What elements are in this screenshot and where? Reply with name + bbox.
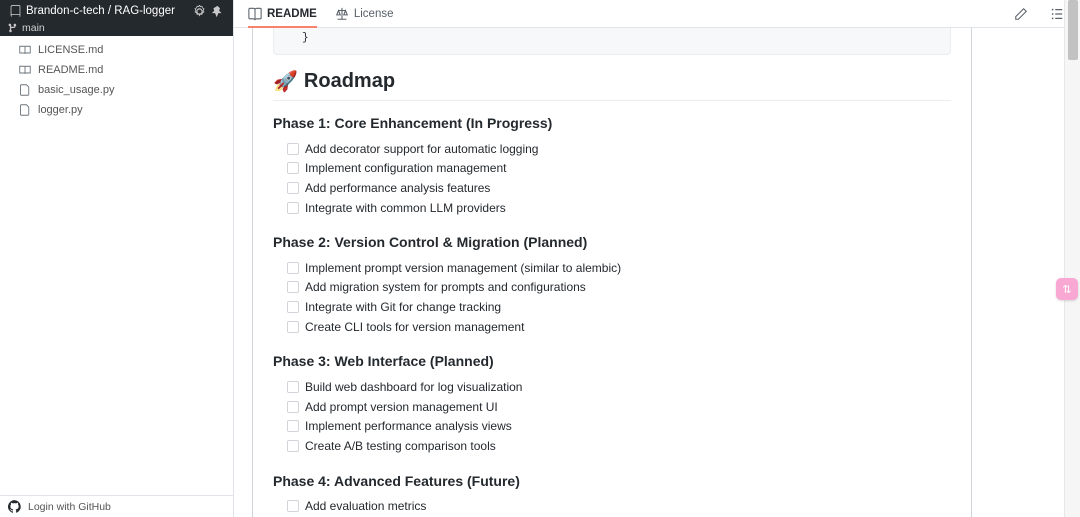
file-name: README.md: [38, 64, 103, 76]
repo-icon: [8, 4, 22, 18]
book-icon: [248, 7, 262, 21]
branch-name[interactable]: main: [22, 22, 45, 34]
phase-heading: Phase 2: Version Control & Migration (Pl…: [273, 234, 951, 250]
task-label: Implement prompt version management (sim…: [305, 260, 621, 277]
login-github-button[interactable]: Login with GitHub: [0, 495, 233, 517]
task-label: Implement configuration management: [305, 160, 506, 177]
task-item: Add performance analysis features: [273, 179, 951, 199]
task-label: Create A/B testing comparison tools: [305, 438, 496, 455]
checkbox-icon[interactable]: [287, 262, 299, 274]
task-label: Create CLI tools for version management: [305, 319, 524, 336]
task-item: Build web dashboard for log visualizatio…: [273, 377, 951, 397]
checkbox-icon[interactable]: [287, 420, 299, 432]
task-label: Add migration system for prompts and con…: [305, 279, 586, 296]
sidebar: Brandon-c-tech / RAG-logger main LICENSE…: [0, 0, 234, 517]
task-list: Add evaluation metricsImplement vector s…: [273, 497, 951, 517]
sidebar-header: Brandon-c-tech / RAG-logger main: [0, 0, 233, 36]
repo-name[interactable]: RAG-logger: [114, 5, 175, 17]
repo-owner[interactable]: Brandon-c-tech: [26, 5, 105, 17]
roadmap-heading: 🚀 Roadmap: [273, 69, 951, 101]
checkbox-icon[interactable]: [287, 281, 299, 293]
task-label: Integrate with Git for change tracking: [305, 299, 501, 316]
checkbox-icon[interactable]: [287, 401, 299, 413]
checkbox-icon[interactable]: [287, 182, 299, 194]
main: README License } 🚀 Roadmap Phase 1: Core…: [234, 0, 1080, 517]
checkbox-icon[interactable]: [287, 143, 299, 155]
task-label: Integrate with common LLM providers: [305, 200, 506, 217]
readme-file-icon: [18, 63, 32, 77]
settings-icon[interactable]: [191, 3, 207, 19]
extension-icon: ⇅: [1062, 283, 1071, 296]
tab-readme[interactable]: README: [248, 0, 317, 27]
repo-breadcrumb[interactable]: Brandon-c-tech / RAG-logger: [26, 5, 187, 17]
task-item: Add prompt version management UI: [273, 397, 951, 417]
tab-license-label: License: [354, 8, 394, 20]
task-item: Create CLI tools for version management: [273, 318, 951, 338]
repo-sep: /: [108, 5, 111, 17]
task-item: Add migration system for prompts and con…: [273, 278, 951, 298]
code-brace: }: [288, 32, 309, 44]
file-name: basic_usage.py: [38, 84, 114, 96]
task-label: Build web dashboard for log visualizatio…: [305, 379, 522, 396]
rocket-icon: 🚀: [273, 69, 298, 94]
roadmap-title: Roadmap: [304, 70, 395, 93]
tab-readme-label: README: [267, 8, 317, 20]
file-tree-item[interactable]: README.md: [0, 60, 233, 80]
task-item: Create A/B testing comparison tools: [273, 437, 951, 457]
task-label: Add evaluation metrics: [305, 498, 426, 515]
checkbox-icon[interactable]: [287, 321, 299, 333]
login-github-label: Login with GitHub: [28, 501, 111, 513]
checkbox-icon[interactable]: [287, 500, 299, 512]
file-tree: LICENSE.md README.md basic_usage.py logger.…: [0, 36, 233, 495]
task-item: Add decorator support for automatic logg…: [273, 139, 951, 159]
git-branch-icon: [8, 23, 18, 33]
task-item: Implement prompt version management (sim…: [273, 258, 951, 278]
checkbox-icon[interactable]: [287, 162, 299, 174]
law-icon: [335, 7, 349, 21]
python-file-icon: [18, 83, 32, 97]
task-list: Implement prompt version management (sim…: [273, 258, 951, 343]
readme-file-icon: [18, 43, 32, 57]
task-label: Add prompt version management UI: [305, 399, 498, 416]
phase-heading: Phase 3: Web Interface (Planned): [273, 353, 951, 369]
tabs-bar: README License: [234, 0, 1080, 28]
readme-content: } 🚀 Roadmap Phase 1: Core Enhancement (I…: [252, 28, 972, 517]
code-snippet-tail: }: [273, 28, 951, 55]
github-icon: [8, 500, 22, 514]
task-item: Add evaluation metrics: [273, 497, 951, 517]
task-item: Integrate with common LLM providers: [273, 198, 951, 218]
checkbox-icon[interactable]: [287, 202, 299, 214]
python-file-icon: [18, 103, 32, 117]
task-list: Add decorator support for automatic logg…: [273, 139, 951, 224]
tab-license[interactable]: License: [335, 0, 394, 27]
file-tree-item[interactable]: basic_usage.py: [0, 80, 233, 100]
task-label: Add decorator support for automatic logg…: [305, 141, 538, 158]
checkbox-icon[interactable]: [287, 301, 299, 313]
task-list: Build web dashboard for log visualizatio…: [273, 377, 951, 462]
file-tree-item[interactable]: logger.py: [0, 100, 233, 120]
pin-icon[interactable]: [209, 3, 225, 19]
checkbox-icon[interactable]: [287, 381, 299, 393]
task-item: Implement configuration management: [273, 159, 951, 179]
phase-heading: Phase 1: Core Enhancement (In Progress): [273, 115, 951, 131]
scrollbar-track[interactable]: [1064, 0, 1080, 517]
scrollbar-thumb[interactable]: [1068, 0, 1078, 60]
file-name: LICENSE.md: [38, 44, 103, 56]
checkbox-icon[interactable]: [287, 440, 299, 452]
task-item: Integrate with Git for change tracking: [273, 298, 951, 318]
readme-scroll[interactable]: } 🚀 Roadmap Phase 1: Core Enhancement (I…: [234, 28, 1080, 517]
task-label: Add performance analysis features: [305, 180, 490, 197]
task-item: Implement performance analysis views: [273, 417, 951, 437]
phase-heading: Phase 4: Advanced Features (Future): [273, 473, 951, 489]
edit-button[interactable]: [1012, 0, 1030, 27]
task-label: Implement performance analysis views: [305, 418, 512, 435]
file-tree-item[interactable]: LICENSE.md: [0, 40, 233, 60]
file-name: logger.py: [38, 104, 83, 116]
extension-translate-button[interactable]: ⇅: [1056, 278, 1078, 300]
